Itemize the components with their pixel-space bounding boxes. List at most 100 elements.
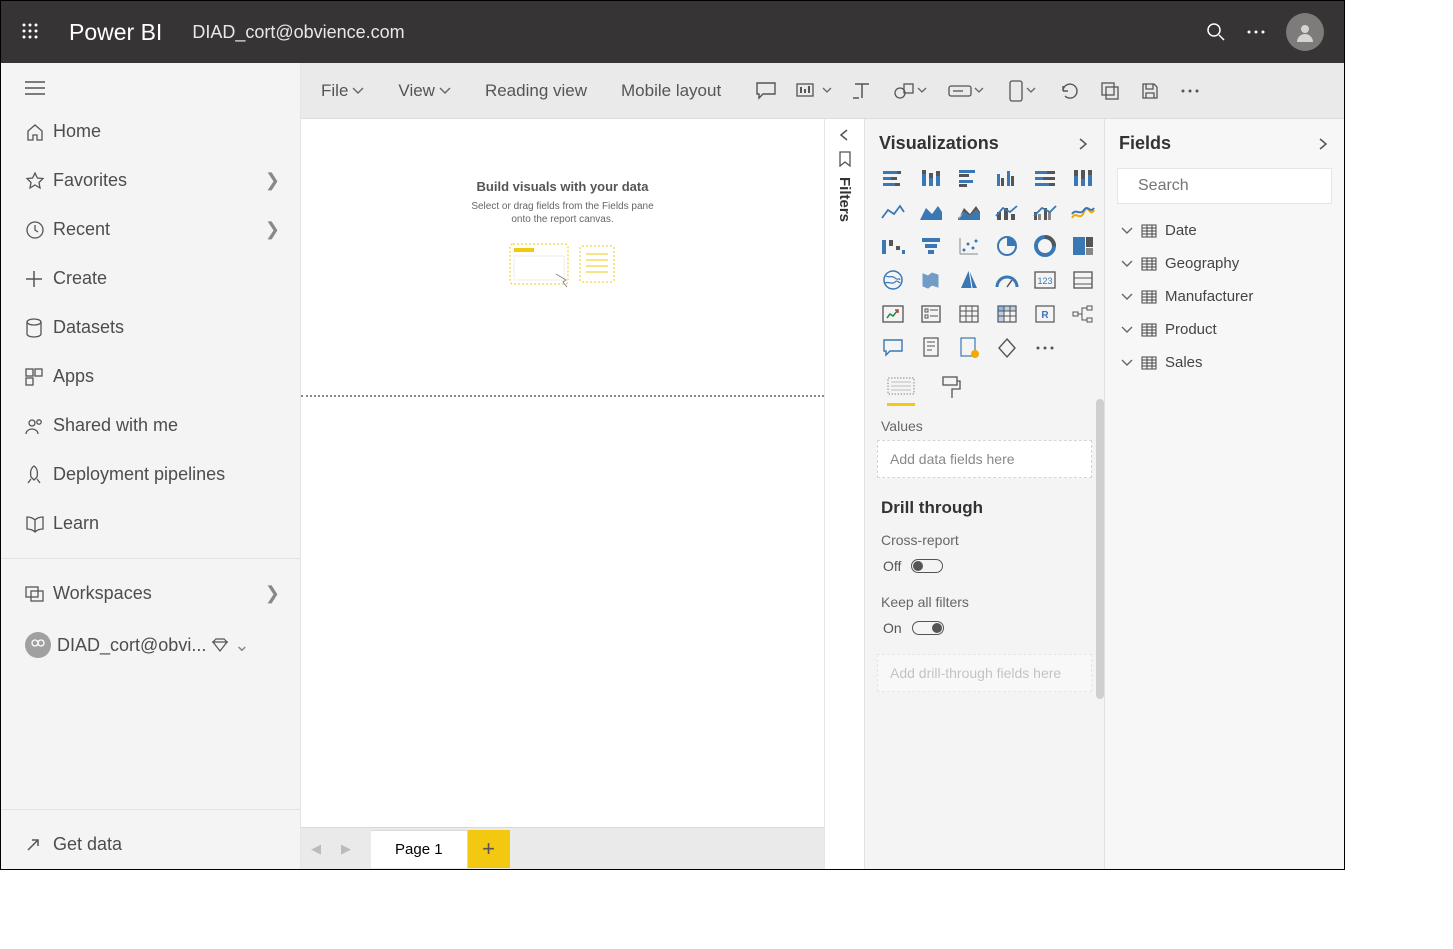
- table-icon: [1141, 323, 1157, 337]
- nav-create[interactable]: Create: [1, 254, 300, 303]
- clustered-column-chart-icon[interactable]: [991, 164, 1023, 192]
- mobile-layout-button[interactable]: Mobile layout: [615, 75, 727, 107]
- phone-icon: [1008, 80, 1024, 102]
- viz-pane-scrollbar[interactable]: [1096, 399, 1104, 699]
- page-nav-next[interactable]: ▶: [331, 841, 361, 857]
- stacked-column-chart-icon[interactable]: [915, 164, 947, 192]
- nav-label: Apps: [53, 366, 280, 387]
- search-button[interactable]: [1196, 22, 1236, 42]
- clustered-bar-chart-icon[interactable]: [953, 164, 985, 192]
- buttons-button[interactable]: [941, 83, 991, 99]
- nav-apps[interactable]: Apps: [1, 352, 300, 401]
- pin-visual-button[interactable]: [789, 81, 839, 101]
- view-menu[interactable]: View: [392, 75, 457, 107]
- reading-view-button[interactable]: Reading view: [479, 75, 593, 107]
- save-button[interactable]: [1133, 81, 1167, 101]
- power-apps-visual-icon[interactable]: [991, 334, 1023, 362]
- line-clustered-column-icon[interactable]: [1029, 198, 1061, 226]
- line-stacked-column-icon[interactable]: [991, 198, 1023, 226]
- report-canvas[interactable]: Build visuals with your data Select or d…: [301, 119, 824, 827]
- qa-visual-icon[interactable]: [877, 334, 909, 362]
- gauge-chart-icon[interactable]: [991, 266, 1023, 294]
- nav-datasets[interactable]: Datasets: [1, 303, 300, 352]
- treemap-chart-icon[interactable]: [1067, 232, 1099, 260]
- hundred-stacked-bar-icon[interactable]: [1029, 164, 1061, 192]
- comment-button[interactable]: [749, 81, 783, 101]
- filled-map-icon[interactable]: [915, 266, 947, 294]
- kpi-icon[interactable]: [877, 300, 909, 328]
- waterfall-chart-icon[interactable]: [877, 232, 909, 260]
- star-icon: [25, 171, 53, 191]
- ribbon-chart-icon[interactable]: [1067, 198, 1099, 226]
- add-page-button[interactable]: +: [468, 830, 510, 868]
- azure-map-icon[interactable]: [953, 266, 985, 294]
- stacked-bar-chart-icon[interactable]: [877, 164, 909, 192]
- field-table-product[interactable]: Product: [1105, 313, 1344, 346]
- multi-row-card-icon[interactable]: [1067, 266, 1099, 294]
- nav-get-data[interactable]: Get data: [1, 820, 300, 869]
- field-table-manufacturer[interactable]: Manufacturer: [1105, 280, 1344, 313]
- refresh-button[interactable]: [1053, 81, 1087, 101]
- funnel-chart-icon[interactable]: [915, 232, 947, 260]
- nav-collapse-button[interactable]: [1, 63, 300, 107]
- chevron-down-icon: [439, 87, 451, 95]
- matrix-icon[interactable]: [991, 300, 1023, 328]
- collapse-fields-pane[interactable]: [1316, 138, 1330, 150]
- more-button[interactable]: [1236, 29, 1276, 35]
- pie-chart-icon[interactable]: [991, 232, 1023, 260]
- decomposition-tree-icon[interactable]: [1067, 300, 1099, 328]
- field-table-geography[interactable]: Geography: [1105, 247, 1344, 280]
- duplicate-button[interactable]: [1093, 81, 1127, 101]
- shapes-button[interactable]: [885, 81, 935, 101]
- fields-search-input[interactable]: [1138, 177, 1345, 195]
- area-chart-icon[interactable]: [915, 198, 947, 226]
- nav-workspaces[interactable]: Workspaces ❯: [1, 569, 300, 618]
- page-tab[interactable]: Page 1: [371, 830, 468, 868]
- cylinder-icon: [25, 318, 53, 338]
- nav-learn[interactable]: Learn: [1, 499, 300, 548]
- keep-filters-toggle[interactable]: [912, 621, 944, 635]
- scatter-chart-icon[interactable]: [953, 232, 985, 260]
- ribbon-more-button[interactable]: [1173, 88, 1207, 94]
- app-shell: Power BI DIAD_cort@obvience.com Home Fav: [0, 0, 1345, 870]
- textbox-button[interactable]: [845, 81, 879, 101]
- values-drop-well[interactable]: Add data fields here: [877, 440, 1092, 478]
- paginated-report-icon[interactable]: [953, 334, 985, 362]
- slicer-icon[interactable]: [915, 300, 947, 328]
- format-tab[interactable]: [941, 376, 961, 406]
- app-launcher-icon[interactable]: [21, 22, 41, 42]
- file-menu[interactable]: File: [315, 75, 370, 107]
- cross-report-label: Cross-report: [865, 524, 1104, 554]
- table-icon[interactable]: [953, 300, 985, 328]
- fields-tab[interactable]: [887, 376, 915, 406]
- people-icon: [25, 417, 53, 435]
- user-avatar[interactable]: [1286, 13, 1324, 51]
- visual-interactions-button[interactable]: [997, 80, 1047, 102]
- stacked-area-chart-icon[interactable]: [953, 198, 985, 226]
- nav-home[interactable]: Home: [1, 107, 300, 156]
- nav-current-workspace[interactable]: DIAD_cort@obvi... ⌄: [1, 618, 300, 672]
- field-table-sales[interactable]: Sales: [1105, 346, 1344, 379]
- nav-label: Home: [53, 121, 280, 142]
- nav-recent[interactable]: Recent ❯: [1, 205, 300, 254]
- drill-fields-drop-well[interactable]: Add drill-through fields here: [877, 654, 1092, 692]
- collapse-viz-pane[interactable]: [1076, 138, 1090, 150]
- fields-search[interactable]: [1117, 168, 1332, 204]
- page-nav-prev[interactable]: ◀: [301, 841, 331, 857]
- map-icon[interactable]: [877, 266, 909, 294]
- field-table-date[interactable]: Date: [1105, 214, 1344, 247]
- more-visuals-button[interactable]: [1029, 334, 1061, 362]
- nav-shared[interactable]: Shared with me: [1, 401, 300, 450]
- nav-favorites[interactable]: Favorites ❯: [1, 156, 300, 205]
- filters-pane-collapsed[interactable]: Filters: [824, 119, 864, 869]
- donut-chart-icon[interactable]: [1029, 232, 1061, 260]
- card-icon[interactable]: 123: [1029, 266, 1061, 294]
- line-chart-icon[interactable]: [877, 198, 909, 226]
- ribbon: File View Reading view Mobile layout: [301, 63, 1344, 119]
- nav-label: Learn: [53, 513, 280, 534]
- cross-report-toggle[interactable]: [911, 559, 943, 573]
- nav-pipelines[interactable]: Deployment pipelines: [1, 450, 300, 499]
- hundred-stacked-column-icon[interactable]: [1067, 164, 1099, 192]
- smart-narrative-icon[interactable]: [915, 334, 947, 362]
- r-visual-icon[interactable]: R: [1029, 300, 1061, 328]
